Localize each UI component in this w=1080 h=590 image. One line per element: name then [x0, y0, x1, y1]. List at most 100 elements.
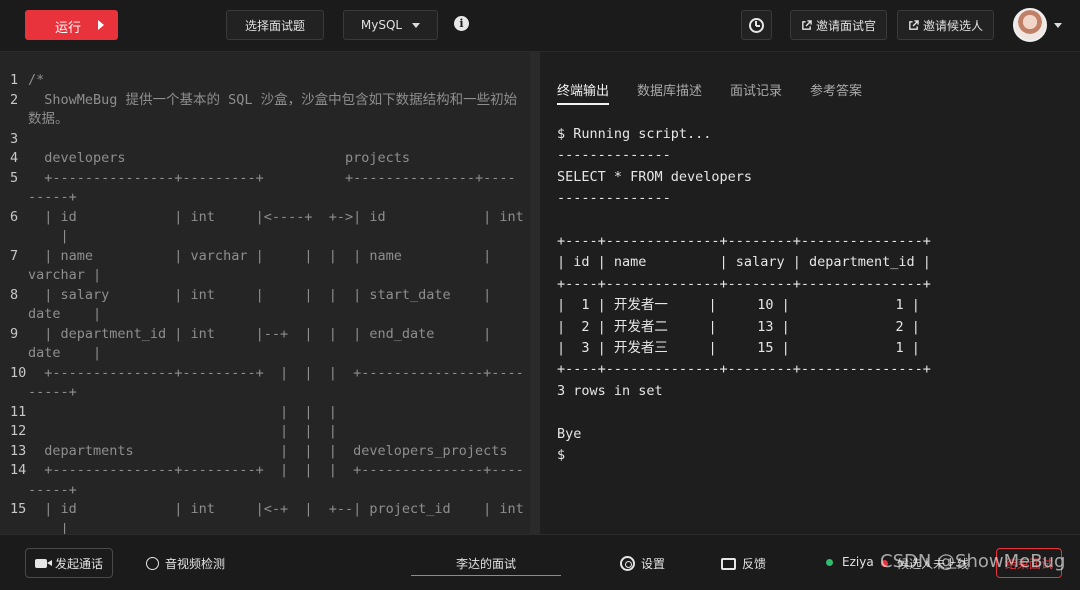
history-button[interactable]	[741, 10, 772, 40]
code-text[interactable]: | department_id | int |--+ | | | end_dat…	[28, 325, 491, 345]
code-line[interactable]: 13 departments | | | developers_projects	[10, 442, 524, 462]
code-line[interactable]: -----+	[10, 188, 524, 208]
code-text[interactable]: developers projects	[28, 149, 410, 169]
code-text[interactable]: date |	[28, 305, 101, 325]
output-tabs: 终端输出 数据库描述 面试记录 参考答案	[557, 80, 890, 105]
code-text[interactable]: | id | int |<-+ | +--| project_id | int	[28, 500, 524, 520]
code-line[interactable]: 6 | id | int |<----+ +->| id | int	[10, 208, 524, 228]
code-text[interactable]: | salary | int | | | | start_date |	[28, 286, 491, 306]
code-line[interactable]: date |	[10, 344, 524, 364]
console-line: | 2 | 开发者二 | 13 | 2 |	[557, 318, 920, 335]
code-text[interactable]: -----+	[28, 481, 77, 501]
code-text[interactable]: +---------------+---------+ | | | +-----…	[28, 364, 524, 384]
video-camera-icon	[34, 558, 52, 568]
line-number: 15	[10, 501, 27, 517]
console-line: +----+--------------+--------+----------…	[557, 361, 931, 378]
code-text[interactable]: date |	[28, 344, 101, 364]
online-status-icon	[826, 558, 833, 566]
code-line[interactable]: 11 | | |	[10, 403, 524, 423]
code-text[interactable]: -----+	[28, 188, 77, 208]
console-line: +----+--------------+--------+----------…	[557, 233, 931, 250]
select-question-label: 选择面试题	[244, 18, 305, 33]
code-line[interactable]: 12 | | |	[10, 422, 524, 442]
tab-2[interactable]: 数据库描述	[637, 80, 702, 105]
code-text[interactable]: | | |	[28, 403, 337, 423]
code-text[interactable]: varchar |	[28, 266, 101, 286]
code-line[interactable]: 9 | department_id | int |--+ | | | end_d…	[10, 325, 524, 345]
tab-3[interactable]: 面试记录	[730, 80, 782, 105]
invite-candidate-button[interactable]: 邀请候选人	[897, 10, 994, 40]
code-text[interactable]: +---------------+---------+ +-----------…	[28, 169, 515, 189]
invite-interviewer-button[interactable]: 邀请面试官	[790, 10, 887, 40]
line-number: 6	[10, 208, 19, 225]
code-editor[interactable]: 1/* 2 ShowMeBug 提供一个基本的 SQL 沙盒，沙盒中包含如下数据结…	[0, 52, 530, 534]
code-line[interactable]: -----+	[10, 481, 524, 501]
code-line[interactable]: 8 | salary | int | | | | start_date |	[10, 286, 524, 306]
line-number	[10, 110, 28, 130]
code-text[interactable]: -----+	[28, 383, 77, 403]
code-text[interactable]: |	[28, 520, 69, 535]
run-button[interactable]: 运行	[25, 10, 118, 40]
console-line: SELECT * FROM developers	[557, 168, 753, 185]
info-icon[interactable]: i	[454, 16, 469, 31]
code-text[interactable]: /*	[28, 71, 44, 91]
line-number: 1	[10, 72, 19, 88]
code-line[interactable]: 10 +---------------+---------+ | | | +--…	[10, 364, 524, 384]
avatar[interactable]	[1013, 8, 1047, 42]
console-line: $	[557, 447, 566, 464]
start-call-button[interactable]: 发起通话	[25, 548, 113, 578]
code-line[interactable]: |	[10, 520, 524, 535]
code-text[interactable]: ShowMeBug 提供一个基本的 SQL 沙盒，沙盒中包含如下数据结构和一些初…	[28, 91, 517, 111]
code-line[interactable]: -----+	[10, 383, 524, 403]
code-line[interactable]: 2 ShowMeBug 提供一个基本的 SQL 沙盒，沙盒中包含如下数据结构和一…	[10, 91, 524, 111]
language-label: MySQL	[360, 18, 403, 32]
language-select[interactable]: MySQL	[343, 10, 438, 40]
code-text[interactable]: | id | int |<----+ +->| id | int	[28, 208, 524, 228]
code-line[interactable]: 3	[10, 130, 524, 150]
line-number	[10, 481, 28, 501]
line-number	[10, 305, 28, 325]
feedback-button[interactable]: 反馈	[721, 555, 766, 572]
code-line[interactable]: varchar |	[10, 266, 524, 286]
select-question-button[interactable]: 选择面试题	[226, 10, 324, 40]
console-line: 3 rows in set	[557, 382, 663, 399]
user-name: Eziya	[842, 555, 874, 569]
line-number	[10, 520, 28, 535]
line-number: 11	[10, 403, 27, 420]
code-line[interactable]: 5 +---------------+---------+ +---------…	[10, 169, 524, 189]
code-line[interactable]: 4 developers projects	[10, 149, 524, 169]
editor-scrollbar[interactable]	[530, 52, 540, 534]
tab-1[interactable]: 终端输出	[557, 80, 610, 105]
tab-4[interactable]: 参考答案	[810, 80, 862, 105]
code-line[interactable]: date |	[10, 305, 524, 325]
line-number: 12	[10, 423, 27, 439]
code-line[interactable]: 7 | name | varchar | | | | name |	[10, 247, 524, 267]
code-line[interactable]: 15 | id | int |<-+ | +--| project_id | i…	[10, 500, 524, 520]
console-line: | 3 | 开发者三 | 15 | 1 |	[557, 340, 920, 357]
code-line[interactable]: |	[10, 227, 524, 247]
line-number: 9	[10, 325, 19, 342]
code-text[interactable]: |	[28, 227, 69, 247]
settings-button[interactable]: 设置	[620, 555, 665, 572]
line-number	[10, 266, 28, 286]
line-number: 2	[10, 91, 19, 108]
interview-title[interactable]: 李达的面试	[411, 555, 561, 576]
output-panel: 终端输出 数据库描述 面试记录 参考答案 $ Running script... ---…	[540, 52, 1080, 534]
line-number: 8	[10, 286, 19, 303]
line-number: 7	[10, 247, 19, 264]
chevron-down-icon[interactable]	[1054, 23, 1062, 28]
code-text[interactable]: | name | varchar | | | | name |	[28, 247, 491, 267]
line-number: 4	[10, 150, 19, 166]
code-text[interactable]: | | |	[28, 422, 337, 442]
code-text[interactable]: 数据。	[28, 110, 69, 130]
feedback-label: 反馈	[742, 557, 767, 571]
code-line[interactable]: 1 /*	[10, 71, 524, 91]
av-check-button[interactable]: 音视频检测	[146, 555, 225, 572]
code-text[interactable]: departments | | | developers_projects	[28, 442, 507, 462]
code-line[interactable]: 数据。	[10, 110, 524, 130]
code-line[interactable]: 14 +---------------+---------+ | | | +--…	[10, 461, 524, 481]
code-content[interactable]: 1/* 2 ShowMeBug 提供一个基本的 SQL 沙盒，沙盒中包含如下数据结…	[10, 71, 524, 534]
code-text[interactable]: +---------------+---------+ | | | +-----…	[28, 461, 524, 481]
